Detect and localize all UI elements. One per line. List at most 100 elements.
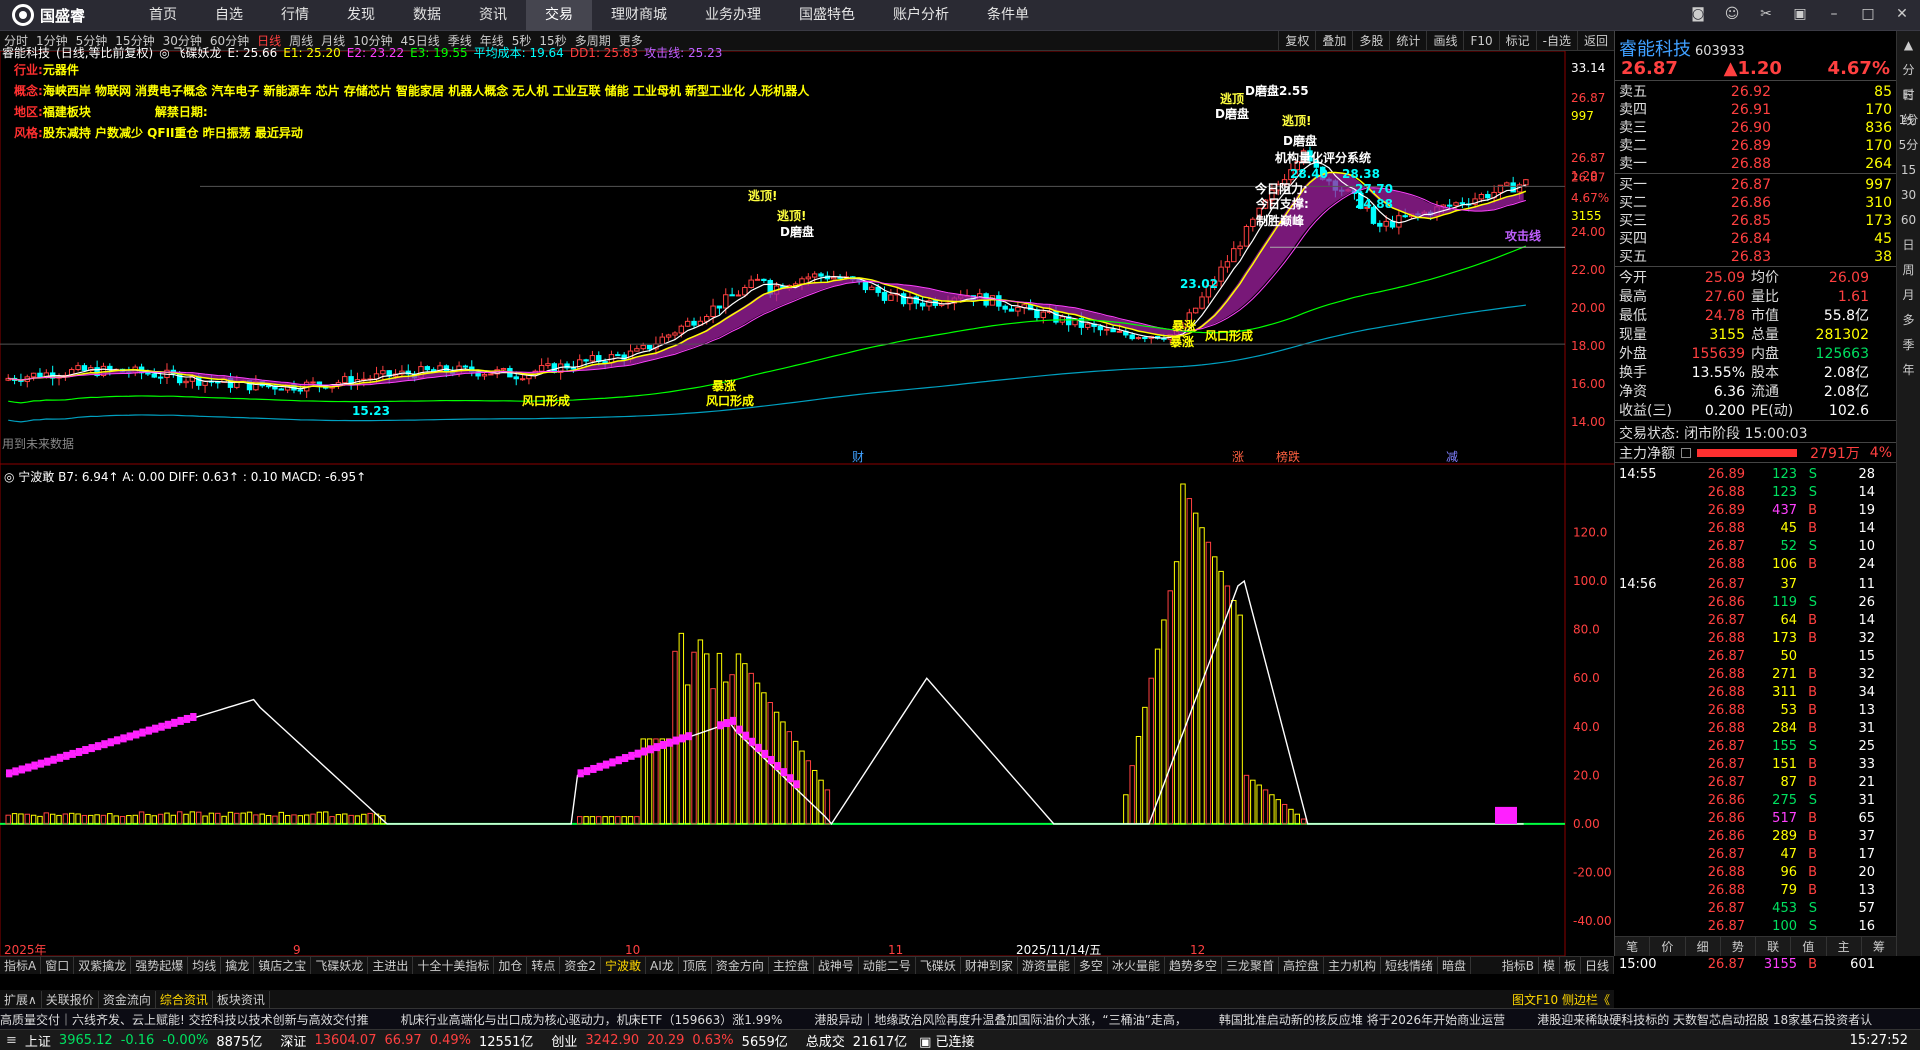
nav-item-11[interactable]: 条件单 <box>968 0 1048 31</box>
bids-row[interactable]: 买五 26.83 38 <box>1615 248 1896 266</box>
bids-row[interactable]: 买一 26.87 997 <box>1615 176 1896 194</box>
sidebar-item-8[interactable]: 周 <box>1902 258 1914 283</box>
timeframe-16[interactable]: 更多 <box>619 32 643 49</box>
status-icon[interactable]: ≡ <box>6 1033 17 1048</box>
chart-tool-5[interactable]: F10 <box>1463 31 1498 51</box>
indicator-tab-6[interactable]: 镇店之宝 <box>254 957 312 974</box>
sidebar-item-0[interactable]: 分时 <box>1897 58 1920 102</box>
news-item-3[interactable]: 韩国批准启动新的核反应堆 将于2026年开始商业运营 <box>1219 1011 1505 1028</box>
chart-tool-0[interactable]: 复权 <box>1278 31 1315 51</box>
timeframe-0[interactable]: 分时 <box>4 32 28 49</box>
timeframe-8[interactable]: 月线 <box>321 32 345 49</box>
indicator-tab-7[interactable]: 飞碟妖龙 <box>311 957 369 974</box>
timeframe-2[interactable]: 5分钟 <box>76 32 108 49</box>
asks-row[interactable]: 卖四 26.91 170 <box>1615 101 1896 119</box>
chart-tool-8[interactable]: 返回 <box>1576 31 1614 51</box>
bids-row[interactable]: 买三 26.85 173 <box>1615 212 1896 230</box>
quote-tab-3[interactable]: 势 <box>1721 937 1756 956</box>
indicator-tab-11[interactable]: 转点 <box>527 957 561 974</box>
app-logo[interactable]: 国盛睿 <box>0 4 130 26</box>
indicator-tab-26[interactable]: 三龙聚首 <box>1222 957 1279 974</box>
info-tab-3[interactable]: 综合资讯 <box>156 990 213 1008</box>
close-icon[interactable]: ✕ <box>1892 4 1912 24</box>
sidebar-item-1[interactable]: 日线 <box>1897 83 1920 127</box>
minimize-icon[interactable]: – <box>1824 4 1844 24</box>
timeframe-11[interactable]: 季线 <box>448 32 472 49</box>
sidebar-item-12[interactable]: 年 <box>1902 358 1914 383</box>
news-item-2[interactable]: 港股异动｜地缘政治风险再度升温叠加国际油价大涨，“三桶油”走高， <box>814 1011 1186 1028</box>
timeframe-5[interactable]: 60分钟 <box>210 32 249 49</box>
chart-area[interactable]: 26.87 24.00 22.00 20.00 18.00 16.00 14.00 逃顶! 逃顶… <box>0 46 1614 956</box>
indicator-tab-17[interactable]: 主控盘 <box>769 957 814 974</box>
indicator-tab-23[interactable]: 多空 <box>1075 957 1108 974</box>
indicator-tab-3[interactable]: 强势起爆 <box>131 957 189 974</box>
sidebar-item-6[interactable]: 60 <box>1901 208 1916 233</box>
f10-sidebar-toggle[interactable]: 图文F10 侧边栏《 <box>1508 991 1614 1008</box>
nav-item-10[interactable]: 账户分析 <box>874 0 968 31</box>
indicator-tab-0[interactable]: 指标A <box>0 957 42 974</box>
nav-item-4[interactable]: 数据 <box>394 0 460 31</box>
timeframe-6[interactable]: 日线 <box>257 32 281 49</box>
indicator-tab-1[interactable]: 窗口 <box>41 957 75 974</box>
indicator-tab-29[interactable]: 短线情绪 <box>1381 957 1439 974</box>
indicator-right-tab-2[interactable]: 板 <box>1560 957 1581 974</box>
indicator-tab-30[interactable]: 暗盘 <box>1438 957 1472 974</box>
indicator-tab-10[interactable]: 加仓 <box>494 957 528 974</box>
indicator-tab-24[interactable]: 冰火量能 <box>1108 957 1165 974</box>
asks-row[interactable]: 卖一 26.88 264 <box>1615 155 1896 173</box>
nav-item-0[interactable]: 首页 <box>130 0 196 31</box>
indicator-tab-18[interactable]: 战神号 <box>814 957 859 974</box>
indicator-tab-21[interactable]: 财神到家 <box>961 957 1018 974</box>
quote-tab-6[interactable]: 主 <box>1827 937 1862 956</box>
sidebar-item-2[interactable]: 1分 <box>1899 108 1919 133</box>
timeframe-14[interactable]: 15秒 <box>539 32 566 49</box>
timeframe-13[interactable]: 5秒 <box>512 32 532 49</box>
quote-tab-0[interactable]: 笔 <box>1615 937 1651 956</box>
indicator-tab-25[interactable]: 趋势多空 <box>1165 957 1222 974</box>
tick-list[interactable]: 14:55 26.89 123 S 28 26.88 123 S 14 26.89 437 B 19 26… <box>1615 463 1896 974</box>
news-item-0[interactable]: 高质量交付｜六线齐发、云上赋能! 交控科技以技术创新与高效交付推 <box>0 1011 369 1028</box>
timeframe-1[interactable]: 1分钟 <box>36 32 68 49</box>
nav-item-5[interactable]: 资讯 <box>460 0 526 31</box>
sidebar-item-10[interactable]: 多 <box>1902 308 1914 333</box>
sidebar-item-7[interactable]: 日 <box>1902 233 1914 258</box>
sidebar-item-4[interactable]: 15 <box>1901 158 1916 183</box>
timeframe-10[interactable]: 45日线 <box>400 32 439 49</box>
nav-item-8[interactable]: 业务办理 <box>686 0 780 31</box>
indicator-tab-5[interactable]: 擒龙 <box>221 957 255 974</box>
nav-item-2[interactable]: 行情 <box>262 0 328 31</box>
sidebar-item-11[interactable]: 季 <box>1902 333 1914 358</box>
indicator-tab-28[interactable]: 主力机构 <box>1324 957 1382 974</box>
indicator-tab-19[interactable]: 动能二号 <box>859 957 916 974</box>
nav-item-3[interactable]: 发现 <box>328 0 394 31</box>
sidebar-collapse-icon[interactable]: ▲ <box>1904 33 1913 58</box>
news-item-4[interactable]: 港股迎来稀缺硬科技标的 天数智芯启动招股 18家基石投资者认 <box>1537 1011 1872 1028</box>
news-item-1[interactable]: 机床行业高端化与出口成为核心驱动力，机床ETF（159663）涨1.99% <box>401 1011 783 1028</box>
indicator-tab-15[interactable]: 顶底 <box>679 957 712 974</box>
indicator-tab-16[interactable]: 资金方向 <box>712 957 769 974</box>
timeframe-4[interactable]: 30分钟 <box>163 32 202 49</box>
indicator-tab-12[interactable]: 资金2 <box>560 957 602 974</box>
timeframe-9[interactable]: 10分钟 <box>353 32 392 49</box>
timeframe-7[interactable]: 周线 <box>289 32 313 49</box>
indicator-tab-13[interactable]: 宁波敢 <box>601 957 647 974</box>
indicator-tab-4[interactable]: 均线 <box>188 957 222 974</box>
info-tab-0[interactable]: 扩展∧ <box>0 990 42 1008</box>
indicator-right-tab-3[interactable]: 日线 <box>1581 957 1614 974</box>
asks-row[interactable]: 卖二 26.89 170 <box>1615 137 1896 155</box>
indicator-tab-27[interactable]: 高控盘 <box>1279 957 1324 974</box>
kline-chart[interactable]: 26.8724.0022.0020.0018.0016.0014.00逃顶!逃顶… <box>0 51 1614 956</box>
user-icon[interactable]: ☺ <box>1722 4 1742 24</box>
asks-row[interactable]: 卖三 26.90 836 <box>1615 119 1896 137</box>
chart-tool-3[interactable]: 统计 <box>1389 31 1426 51</box>
chart-tool-7[interactable]: -自选 <box>1535 31 1577 51</box>
indicator-tab-14[interactable]: AI龙 <box>646 957 679 974</box>
nav-item-6[interactable]: 交易 <box>526 0 592 31</box>
flow-toggle-icon[interactable] <box>1681 447 1691 458</box>
chart-tool-2[interactable]: 多股 <box>1352 31 1389 51</box>
indicator-right-tab-1[interactable]: 模 <box>1539 957 1560 974</box>
quote-tab-7[interactable]: 筹 <box>1862 937 1897 956</box>
sidebar-item-9[interactable]: 月 <box>1902 283 1914 308</box>
info-tab-4[interactable]: 板块资讯 <box>213 990 270 1008</box>
indicator-tab-22[interactable]: 游资量能 <box>1018 957 1075 974</box>
